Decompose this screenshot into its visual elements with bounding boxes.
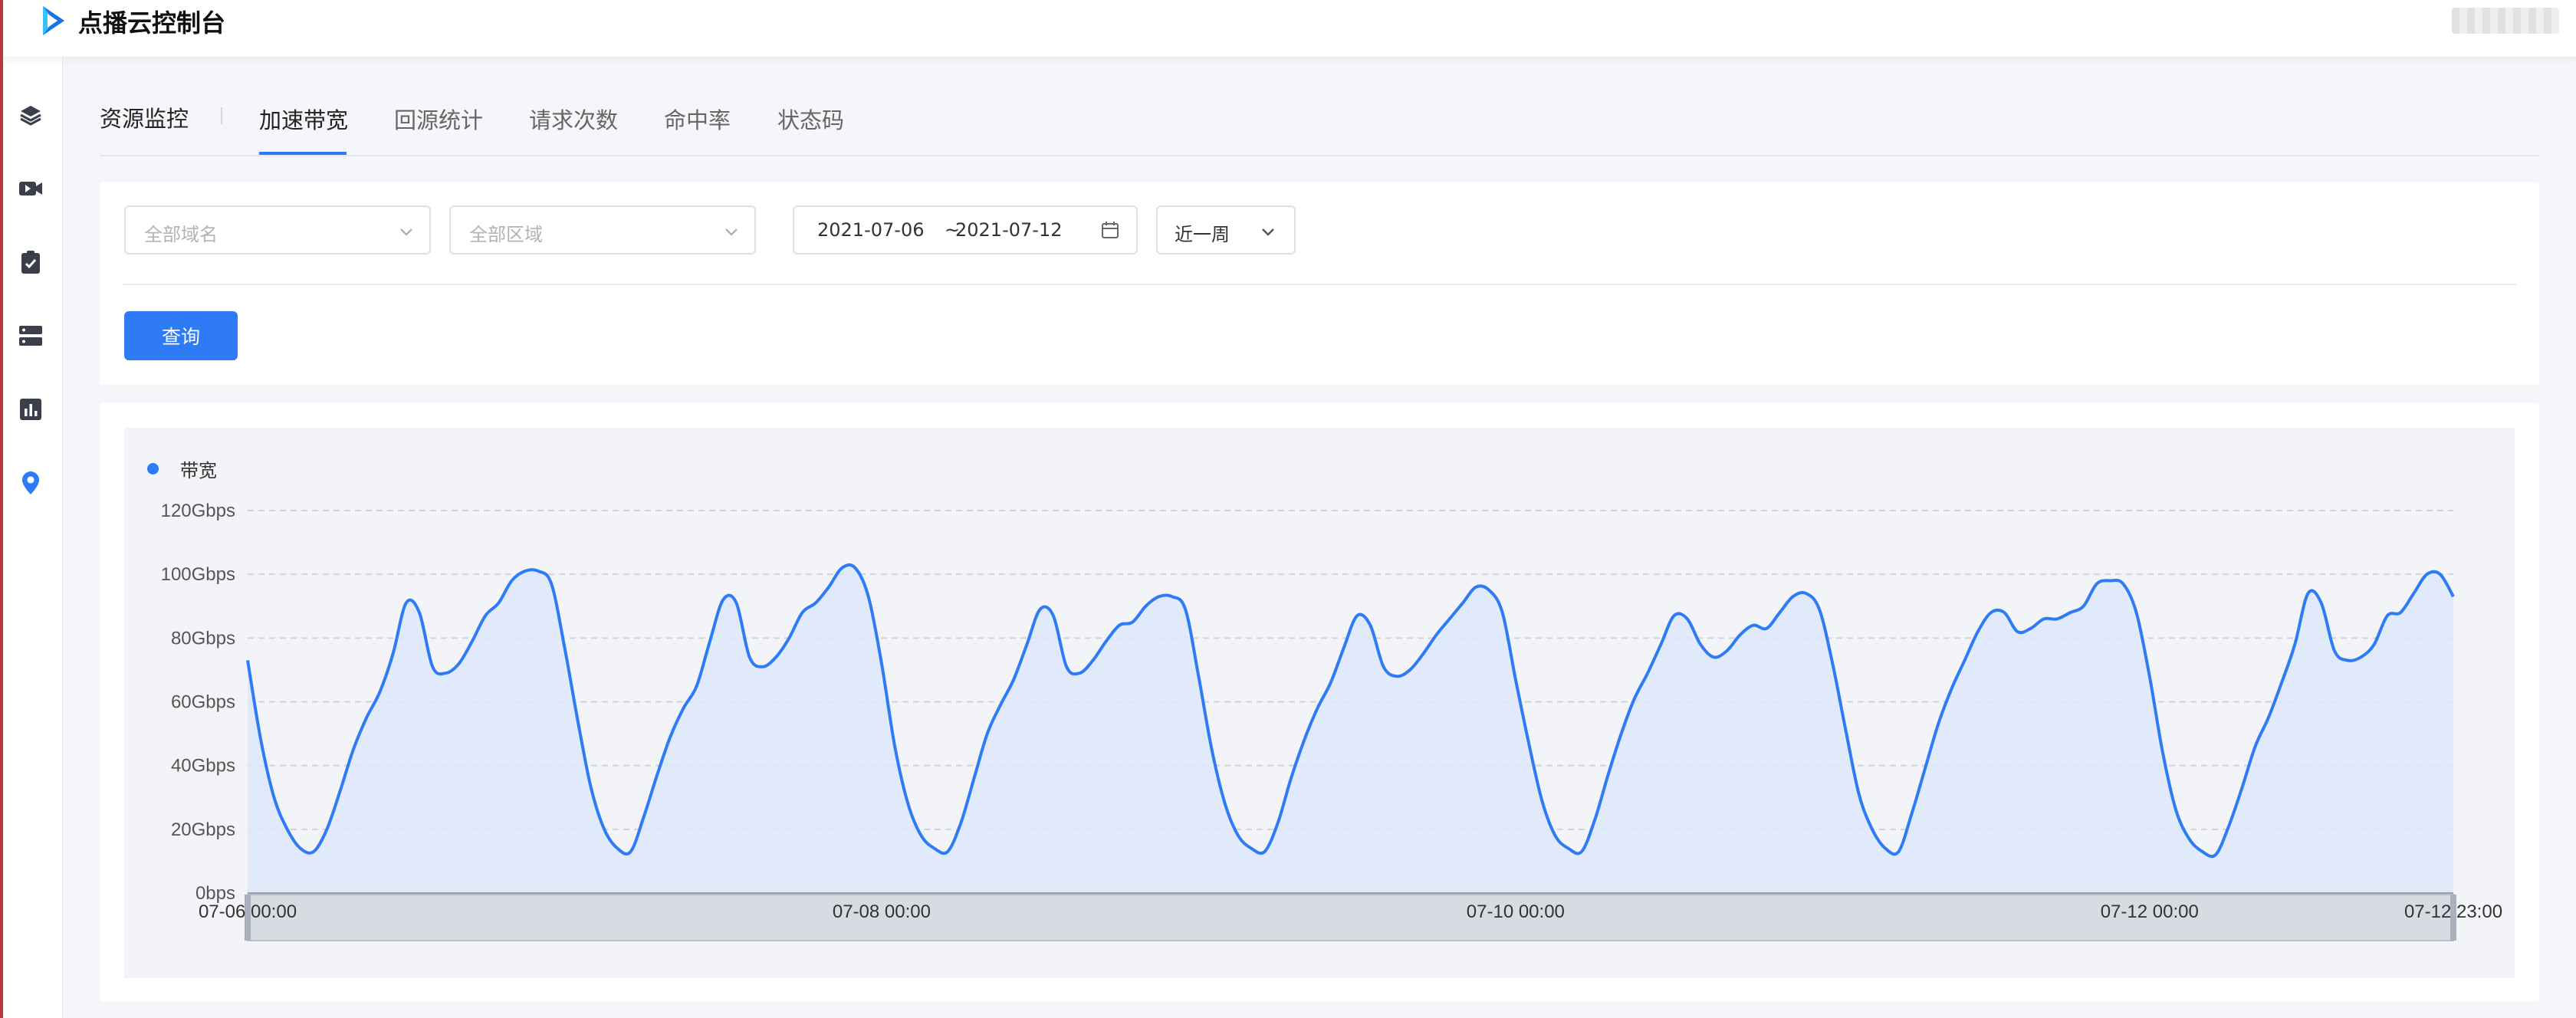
layers-icon bbox=[20, 106, 41, 126]
date-start: 2021-07-06 bbox=[817, 219, 925, 241]
bar-chart-icon bbox=[20, 399, 41, 420]
domain-select[interactable]: 全部域名 bbox=[124, 205, 431, 254]
tab-hit-rate[interactable]: 命中率 bbox=[664, 103, 731, 135]
region-select[interactable]: 全部区域 bbox=[449, 205, 756, 254]
video-icon bbox=[19, 182, 42, 195]
server-icon bbox=[19, 326, 42, 346]
clipboard-check-icon bbox=[21, 251, 40, 274]
sidebar-item-layers[interactable] bbox=[17, 101, 44, 129]
y-tick-label: 20Gbps bbox=[171, 819, 235, 840]
y-tick-label: 120Gbps bbox=[161, 501, 235, 521]
x-tick-label: 07-06 00:00 bbox=[199, 901, 297, 922]
app-logo-icon[interactable] bbox=[37, 5, 69, 37]
chevron-down-icon bbox=[400, 228, 412, 236]
y-tick-label: 100Gbps bbox=[161, 564, 235, 585]
console-page: 点播云控制台 资源监控 加速带宽 回源统计 请求次数 命中率 状态码 全部域名 … bbox=[0, 0, 2576, 1018]
date-end: 2021-07-12 bbox=[955, 219, 1063, 241]
app-title: 点播云控制台 bbox=[78, 8, 226, 38]
monitor-tabs: 资源监控 加速带宽 回源统计 请求次数 命中率 状态码 bbox=[100, 57, 2539, 156]
date-range-picker[interactable]: 2021-07-06 ~ 2021-07-12 bbox=[793, 205, 1138, 254]
sidebar bbox=[0, 57, 63, 1018]
region-select-placeholder: 全部区域 bbox=[469, 224, 543, 245]
section-title: 资源监控 bbox=[100, 106, 189, 132]
tab-origin-stats[interactable]: 回源统计 bbox=[394, 103, 483, 135]
tab-divider bbox=[221, 107, 222, 124]
sidebar-item-statistics[interactable] bbox=[17, 396, 44, 423]
x-tick-label: 07-10 00:00 bbox=[1467, 901, 1565, 922]
calendar-icon bbox=[1102, 222, 1119, 238]
x-tick-label: 07-12 00:00 bbox=[2101, 901, 2199, 922]
query-button[interactable]: 查询 bbox=[124, 311, 238, 360]
tab-bandwidth[interactable]: 加速带宽 bbox=[259, 103, 348, 135]
user-account[interactable] bbox=[2452, 8, 2559, 34]
active-tab-indicator bbox=[259, 152, 347, 155]
y-tick-label: 40Gbps bbox=[171, 756, 235, 777]
y-tick-label: 60Gbps bbox=[171, 692, 235, 713]
quick-range-select[interactable]: 近一周 bbox=[1156, 205, 1296, 254]
window-edge bbox=[0, 0, 3, 1018]
tab-requests[interactable]: 请求次数 bbox=[529, 103, 618, 135]
filter-divider bbox=[123, 284, 2516, 285]
chevron-down-icon bbox=[1262, 228, 1274, 236]
domain-select-placeholder: 全部域名 bbox=[144, 224, 218, 245]
sidebar-item-video[interactable] bbox=[17, 175, 44, 202]
sidebar-item-servers[interactable] bbox=[17, 322, 44, 350]
y-tick-label: 80Gbps bbox=[171, 628, 235, 649]
filter-panel: 全部域名 全部区域 2021-07-06 ~ 2021-07-12 近一周 查询 bbox=[100, 182, 2539, 385]
x-tick-label: 07-08 00:00 bbox=[833, 901, 931, 922]
bandwidth-chart: 0bps 20Gbps 40Gbps 60Gbps 80Gbps 100Gbps 120Gb… bbox=[161, 501, 2502, 941]
tab-status-code[interactable]: 状态码 bbox=[777, 103, 844, 135]
sidebar-item-tasks[interactable] bbox=[17, 248, 44, 276]
top-bar: 点播云控制台 bbox=[0, 0, 2576, 57]
x-tick-label: 07-12 23:00 bbox=[2404, 901, 2502, 922]
y-tick-label: 0bps bbox=[196, 883, 235, 904]
location-pin-icon bbox=[22, 471, 39, 494]
chevron-down-icon bbox=[725, 228, 738, 236]
sidebar-item-monitoring[interactable] bbox=[17, 469, 44, 497]
quick-range-value: 近一周 bbox=[1175, 224, 1230, 245]
